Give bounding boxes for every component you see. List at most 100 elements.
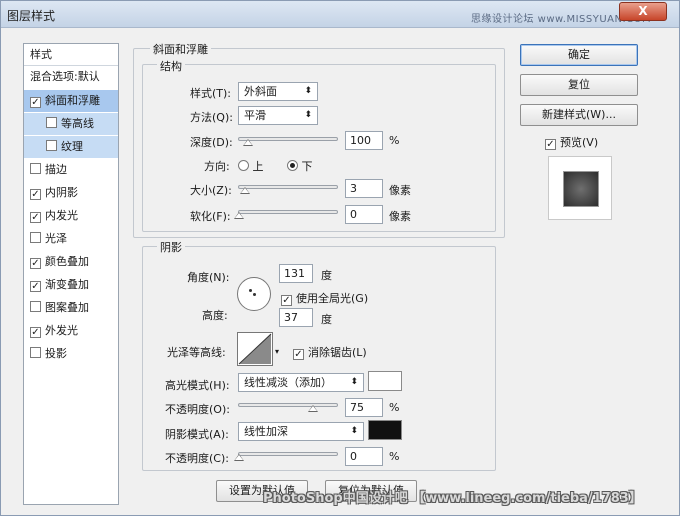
highlight-color-swatch[interactable] bbox=[368, 371, 402, 391]
size-slider[interactable] bbox=[238, 185, 338, 189]
direction-down-radio[interactable] bbox=[287, 160, 298, 171]
style-item-satin[interactable]: 光泽 bbox=[24, 228, 118, 250]
structure-title: 结构 bbox=[157, 58, 185, 74]
close-button[interactable]: X bbox=[619, 2, 667, 21]
shadow-mode-label: 阴影模式(A): bbox=[165, 428, 229, 441]
gloss-contour-label: 光泽等高线: bbox=[167, 346, 226, 359]
style-item-stroke[interactable]: 描边 bbox=[24, 159, 118, 181]
highlight-opacity-label: 不透明度(O): bbox=[165, 403, 230, 416]
style-item-bevel-emboss[interactable]: ✓ 斜面和浮雕 bbox=[24, 90, 118, 112]
pattern-overlay-checkbox[interactable] bbox=[30, 301, 41, 312]
depth-label: 深度(D): bbox=[190, 136, 233, 149]
gradient-overlay-checkbox[interactable]: ✓ bbox=[30, 281, 41, 292]
angle-dial-center bbox=[253, 293, 256, 296]
inner-glow-checkbox[interactable]: ✓ bbox=[30, 212, 41, 223]
method-select[interactable]: 平滑 ⬍ bbox=[238, 106, 318, 125]
style-item-gradient-overlay[interactable]: ✓ 渐变叠加 bbox=[24, 274, 118, 296]
stroke-checkbox[interactable] bbox=[30, 163, 41, 174]
direction-up-radio[interactable] bbox=[238, 160, 249, 171]
highlight-opacity-input[interactable]: 75 bbox=[345, 398, 383, 417]
style-item-label: 投影 bbox=[45, 347, 67, 360]
shadow-opacity-input[interactable]: 0 bbox=[345, 447, 383, 466]
style-item-inner-shadow[interactable]: ✓ 内阴影 bbox=[24, 182, 118, 204]
size-slider-thumb[interactable] bbox=[240, 187, 250, 194]
highlight-mode-select[interactable]: 线性减淡（添加） ⬍ bbox=[238, 373, 364, 392]
style-select-value: 外斜面 bbox=[244, 85, 277, 98]
size-label: 大小(Z): bbox=[190, 184, 232, 197]
angle-input[interactable]: 131 bbox=[279, 264, 313, 283]
shadow-mode-select[interactable]: 线性加深 ⬍ bbox=[238, 422, 364, 441]
style-preview bbox=[548, 156, 612, 220]
style-item-color-overlay[interactable]: ✓ 颜色叠加 bbox=[24, 251, 118, 273]
style-select[interactable]: 外斜面 ⬍ bbox=[238, 82, 318, 101]
shadow-opacity-slider-thumb[interactable] bbox=[234, 454, 244, 461]
depth-slider[interactable] bbox=[238, 137, 338, 141]
highlight-opacity-slider-thumb[interactable] bbox=[308, 405, 318, 412]
style-item-drop-shadow[interactable]: 投影 bbox=[24, 343, 118, 365]
soften-slider-thumb[interactable] bbox=[234, 212, 244, 219]
angle-unit: 度 bbox=[321, 269, 332, 282]
depth-input[interactable]: 100 bbox=[345, 131, 383, 150]
depth-unit: % bbox=[389, 134, 400, 147]
soften-input[interactable]: 0 bbox=[345, 205, 383, 224]
color-overlay-checkbox[interactable]: ✓ bbox=[30, 258, 41, 269]
style-item-inner-glow[interactable]: ✓ 内发光 bbox=[24, 205, 118, 227]
global-light-checkbox[interactable]: ✓ bbox=[281, 295, 292, 306]
contour-curve-icon bbox=[238, 333, 272, 365]
title-bar: 图层样式 思缘设计论坛 www.MISSYUAN.COM X bbox=[1, 1, 679, 28]
styles-list-header[interactable]: 样式 bbox=[24, 44, 118, 66]
method-select-value: 平滑 bbox=[244, 109, 266, 122]
new-style-button[interactable]: 新建样式(W)... bbox=[520, 104, 638, 126]
style-item-label: 外发光 bbox=[45, 324, 78, 337]
style-item-label: 等高线 bbox=[61, 117, 94, 130]
shadow-opacity-slider[interactable] bbox=[238, 452, 338, 456]
style-item-texture[interactable]: 纹理 bbox=[24, 136, 118, 158]
drop-shadow-checkbox[interactable] bbox=[30, 347, 41, 358]
shadow-color-swatch[interactable] bbox=[368, 420, 402, 440]
angle-label: 角度(N): bbox=[187, 271, 230, 284]
size-input[interactable]: 3 bbox=[345, 179, 383, 198]
shadow-opacity-label: 不透明度(C): bbox=[165, 452, 229, 465]
antialias-option[interactable]: ✓ 消除锯齿(L) bbox=[293, 344, 367, 360]
global-light-option[interactable]: ✓ 使用全局光(G) bbox=[281, 290, 368, 306]
style-item-pattern-overlay[interactable]: 图案叠加 bbox=[24, 297, 118, 319]
ok-button[interactable]: 确定 bbox=[520, 44, 638, 66]
satin-checkbox[interactable] bbox=[30, 232, 41, 243]
soften-unit: 像素 bbox=[389, 210, 411, 223]
gloss-contour-picker[interactable] bbox=[237, 332, 273, 366]
outer-glow-checkbox[interactable]: ✓ bbox=[30, 327, 41, 338]
style-item-label: 光泽 bbox=[45, 232, 67, 245]
style-item-label: 渐变叠加 bbox=[45, 278, 89, 291]
texture-checkbox[interactable] bbox=[46, 140, 57, 151]
style-item-contour[interactable]: 等高线 bbox=[24, 113, 118, 135]
shading-title: 阴影 bbox=[157, 239, 185, 255]
contour-checkbox[interactable] bbox=[46, 117, 57, 128]
chevron-down-icon[interactable]: ▾ bbox=[275, 347, 279, 356]
angle-dial[interactable] bbox=[237, 277, 271, 311]
altitude-input[interactable]: 37 bbox=[279, 308, 313, 327]
window-title: 图层样式 bbox=[7, 9, 56, 23]
shadow-mode-value: 线性加深 bbox=[244, 425, 288, 438]
spinner-arrows-icon: ⬍ bbox=[350, 426, 358, 436]
antialias-checkbox[interactable]: ✓ bbox=[293, 349, 304, 360]
preview-thumbnail bbox=[564, 172, 598, 206]
global-light-label: 使用全局光(G) bbox=[296, 292, 369, 305]
altitude-unit: 度 bbox=[321, 313, 332, 326]
watermark-bottom: PhotoShop中国设计吧 【www.lineeg.com/tieba/178… bbox=[263, 491, 642, 506]
angle-dial-pointer bbox=[249, 289, 252, 292]
direction-up-option[interactable]: 上 bbox=[238, 158, 264, 174]
reset-button[interactable]: 复位 bbox=[520, 74, 638, 96]
blend-options-item[interactable]: 混合选项:默认 bbox=[24, 66, 118, 88]
antialias-label: 消除锯齿(L) bbox=[308, 346, 367, 359]
preview-option[interactable]: ✓ 预览(V) bbox=[545, 134, 598, 150]
direction-down-option[interactable]: 下 bbox=[287, 158, 313, 174]
highlight-opacity-slider[interactable] bbox=[238, 403, 338, 407]
style-item-outer-glow[interactable]: ✓ 外发光 bbox=[24, 320, 118, 342]
direction-label: 方向: bbox=[204, 160, 230, 173]
preview-checkbox[interactable]: ✓ bbox=[545, 139, 556, 150]
inner-shadow-checkbox[interactable]: ✓ bbox=[30, 189, 41, 200]
bevel-emboss-checkbox[interactable]: ✓ bbox=[30, 97, 41, 108]
style-item-label: 斜面和浮雕 bbox=[45, 94, 100, 107]
depth-slider-thumb[interactable] bbox=[243, 139, 253, 146]
soften-slider[interactable] bbox=[238, 210, 338, 214]
